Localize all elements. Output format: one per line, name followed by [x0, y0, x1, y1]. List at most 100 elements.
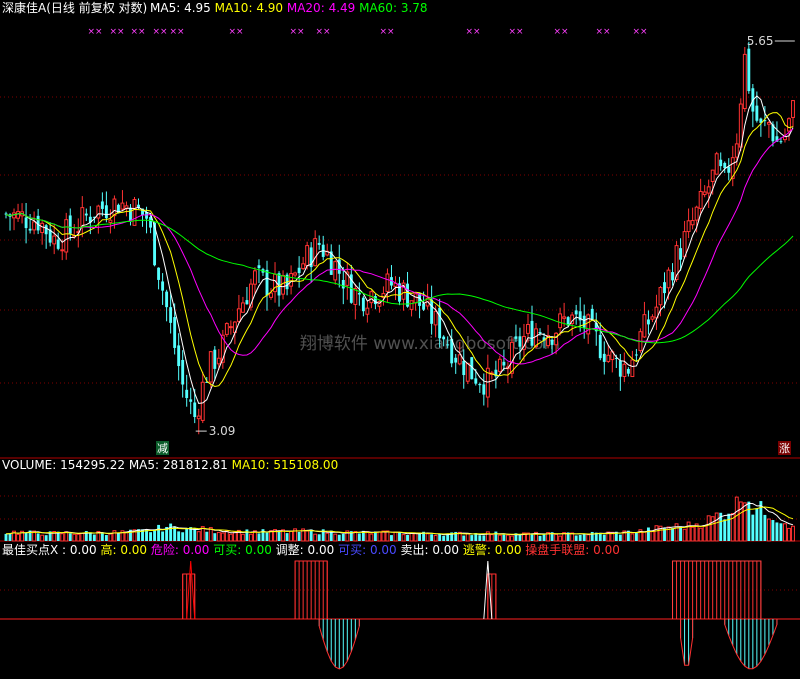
volume-bar-28	[116, 532, 120, 541]
candle-body-19	[80, 207, 85, 228]
volume-bar-41	[169, 523, 173, 541]
volume-bar-73	[297, 531, 301, 541]
indicator-value-0: 0.00	[70, 543, 101, 557]
candle-body-123	[497, 358, 502, 372]
candle-body-178	[719, 159, 723, 167]
sell-signal-text: 减	[157, 442, 168, 455]
indicator-label-4: 调整:	[276, 542, 308, 557]
volume-bar-134	[542, 534, 546, 541]
volume-bar-182	[734, 496, 739, 542]
volume-bar-90	[365, 531, 370, 542]
candle-body-169	[682, 231, 687, 258]
volume-bar-78	[317, 534, 321, 541]
volume-bar-148	[598, 532, 602, 541]
candle-body-153	[618, 360, 622, 377]
volume-label-0: VOLUME:	[2, 458, 60, 472]
candle-body-78	[317, 242, 321, 245]
volume-bar-153	[618, 534, 622, 541]
indicator-label-8: 操盘手联盟:	[525, 542, 593, 557]
indicator-value-7: 0.00	[495, 543, 526, 557]
candle-body-59	[240, 302, 245, 313]
top-mark-7: ××	[315, 27, 330, 37]
candle-body-136	[550, 339, 554, 345]
candle-body-14	[60, 249, 65, 252]
candle-body-56	[228, 326, 233, 329]
candle-body-108	[438, 307, 442, 339]
candle-body-173	[698, 191, 703, 209]
volume-bar-137	[554, 533, 559, 542]
volume-bar-15	[64, 531, 69, 542]
candle-body-160	[646, 319, 650, 325]
top-mark-13: ××	[632, 27, 647, 37]
volume-bar-98	[398, 532, 401, 541]
candle-body-23	[96, 205, 101, 219]
volume-bar-103	[418, 533, 422, 541]
candle-body-66	[269, 292, 273, 298]
stock-name: 深康佳A	[2, 0, 47, 15]
volume-bar-63	[257, 533, 261, 541]
candle-body-172	[694, 206, 699, 221]
volume-bar-99	[401, 534, 406, 542]
candle-body-44	[181, 359, 185, 385]
candle-body-126	[509, 341, 514, 374]
volume-label-2: MA10:	[232, 458, 274, 472]
ma-label-0: MA5:	[150, 1, 184, 15]
candle-body-55	[224, 323, 229, 335]
candle-body-149	[602, 353, 606, 362]
volume-bar-44	[181, 532, 185, 541]
volume-value-0: 154295.22	[60, 458, 129, 472]
candle-body-87	[353, 288, 358, 305]
candle-body-155	[626, 368, 630, 374]
indicator-label-6: 卖出:	[400, 543, 432, 557]
volume-bar-56	[228, 533, 233, 542]
volume-bar-17	[72, 533, 77, 542]
candle-body-77	[313, 238, 318, 267]
volume-bar-9	[40, 534, 45, 542]
candle-body-150	[606, 354, 611, 362]
volume-bar-106	[430, 534, 434, 541]
candle-body-168	[679, 248, 683, 260]
candle-body-60	[245, 300, 249, 305]
stock-title: 深康佳A(日线 前复权 对数)	[2, 0, 147, 15]
candle-body-89	[361, 297, 365, 312]
volume-bar-47	[193, 528, 197, 541]
volume-bar-171	[690, 526, 695, 542]
candle-body-196	[791, 100, 795, 118]
candle-body-45	[185, 389, 189, 398]
top-mark-1: ××	[109, 27, 124, 37]
volume-bar-75	[305, 530, 310, 542]
candle-body-114	[462, 360, 466, 376]
volume-bar-59	[240, 533, 245, 542]
volume-bar-16	[68, 533, 72, 541]
volume-bar-187	[755, 508, 759, 541]
candle-body-176	[710, 169, 715, 183]
candle-body-63	[257, 265, 261, 269]
volume-bar-91	[369, 533, 374, 542]
candle-body-146	[590, 308, 594, 321]
volume-bar-94	[381, 530, 386, 542]
volume-bar-118	[478, 535, 482, 541]
candle-body-38	[157, 267, 161, 280]
indicator-value-3: 0.00	[245, 543, 276, 557]
candle-body-119	[482, 384, 486, 395]
candle-body-139	[562, 316, 567, 319]
volume-bar-97	[393, 531, 398, 542]
candle-body-27	[112, 198, 117, 217]
volume-bar-166	[671, 528, 674, 541]
candle-body-58	[236, 308, 241, 322]
candle-body-95	[385, 273, 390, 292]
volume-bar-50	[205, 531, 209, 541]
candle-body-161	[650, 316, 655, 320]
volume-bar-30	[124, 531, 129, 542]
stock-chart[interactable]: 深康佳A(日线 前复权 对数) MA5: 4.95 MA10: 4.90 MA2…	[0, 0, 800, 679]
candle-body-24	[100, 201, 104, 209]
volume-bar-131	[530, 534, 534, 541]
candle-body-101	[409, 300, 414, 310]
candle-body-180	[727, 166, 731, 173]
candle-body-90	[365, 307, 370, 315]
volume-bar-5	[24, 532, 28, 541]
volume-bar-193	[779, 523, 783, 541]
indicator-label-7: 逃警:	[463, 542, 495, 557]
indicator-value-1: 0.00	[120, 543, 151, 557]
volume-bar-189	[763, 514, 767, 541]
